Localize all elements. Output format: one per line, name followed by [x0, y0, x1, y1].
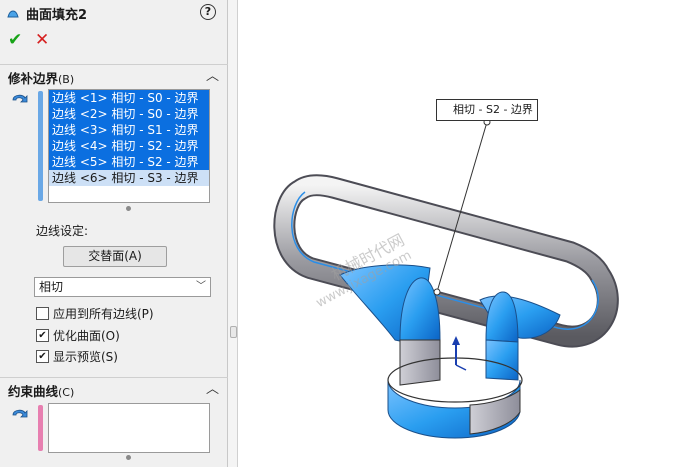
selection-color-bar — [38, 405, 43, 451]
condition-value: 相切 — [39, 280, 64, 294]
chevron-up-icon[interactable]: ︿ — [206, 65, 219, 84]
list-item[interactable]: 边线 <4> 相切 - S2 - 边界 — [49, 138, 209, 154]
constraint-curves-title: 约束曲线(C) — [8, 384, 75, 399]
constraint-curve-list[interactable] — [48, 403, 210, 453]
resize-handle[interactable] — [126, 206, 131, 211]
resize-handle[interactable] — [126, 455, 131, 460]
checkbox-box[interactable]: ✔ — [36, 350, 49, 363]
optimize-surface-label: 优化曲面(O) — [53, 329, 120, 343]
checkbox-box[interactable] — [36, 307, 49, 320]
optimize-surface-checkbox[interactable]: ✔ 优化曲面(O) — [36, 327, 120, 344]
fill-surface-icon — [7, 10, 19, 18]
list-item[interactable]: 边线 <6> 相切 - S3 - 边界 — [49, 170, 209, 186]
model-render[interactable] — [239, 0, 700, 467]
chevron-down-icon: ﹀ — [196, 281, 206, 292]
condition-dropdown[interactable]: 相切 ﹀ — [34, 277, 211, 297]
panel-splitter[interactable] — [228, 0, 238, 467]
show-preview-label: 显示预览(S) — [53, 350, 118, 364]
list-item[interactable]: 边线 <3> 相切 - S1 - 边界 — [49, 122, 209, 138]
ok-button[interactable]: ✔ — [8, 30, 22, 50]
boundary-edge-list[interactable]: 边线 <1> 相切 - S0 - 边界 边线 <2> 相切 - S0 - 边界 … — [48, 89, 210, 203]
apply-all-edges-label: 应用到所有边线(P) — [53, 307, 154, 321]
list-item[interactable]: 边线 <1> 相切 - S0 - 边界 — [49, 90, 209, 106]
constraint-curves-header[interactable]: 约束曲线(C) ︿ — [0, 377, 228, 399]
list-item[interactable]: 边线 <2> 相切 - S0 - 边界 — [49, 106, 209, 122]
property-manager-panel: 曲面填充2 ? ✔ ✕ 修补边界(B) ︿ 边线 <1> 相切 - S0 - 边… — [0, 0, 228, 467]
patch-boundary-title: 修补边界(B) — [8, 71, 75, 86]
reverse-direction-icon[interactable] — [10, 90, 30, 106]
origin-triad-icon — [452, 336, 467, 371]
help-icon[interactable]: ? — [200, 4, 216, 20]
patch-boundary-header[interactable]: 修补边界(B) ︿ — [0, 64, 228, 86]
edge-settings-label: 边线设定: — [36, 224, 89, 238]
fill-surface-preview[interactable] — [339, 264, 561, 439]
edge-callout-label[interactable]: 相切 - S2 - 边界 — [436, 99, 538, 121]
splitter-grip[interactable] — [230, 326, 237, 338]
show-preview-checkbox[interactable]: ✔ 显示预览(S) — [36, 348, 118, 365]
callout-anchor — [433, 288, 441, 296]
selection-color-bar — [38, 91, 43, 201]
reverse-direction-icon[interactable] — [10, 405, 30, 421]
list-item[interactable]: 边线 <5> 相切 - S2 - 边界 — [49, 154, 209, 170]
feature-title: 曲面填充2 — [6, 4, 88, 23]
chevron-up-icon[interactable]: ︿ — [206, 378, 219, 397]
cancel-button[interactable]: ✕ — [35, 30, 49, 50]
alternate-face-button[interactable]: 交替面(A) — [63, 246, 167, 267]
checkbox-box[interactable]: ✔ — [36, 329, 49, 342]
feature-title-text: 曲面填充2 — [26, 7, 88, 23]
apply-all-edges-checkbox[interactable]: 应用到所有边线(P) — [36, 305, 154, 322]
graphics-viewport[interactable]: 机械时代网 www.jixage.com — [239, 0, 700, 467]
